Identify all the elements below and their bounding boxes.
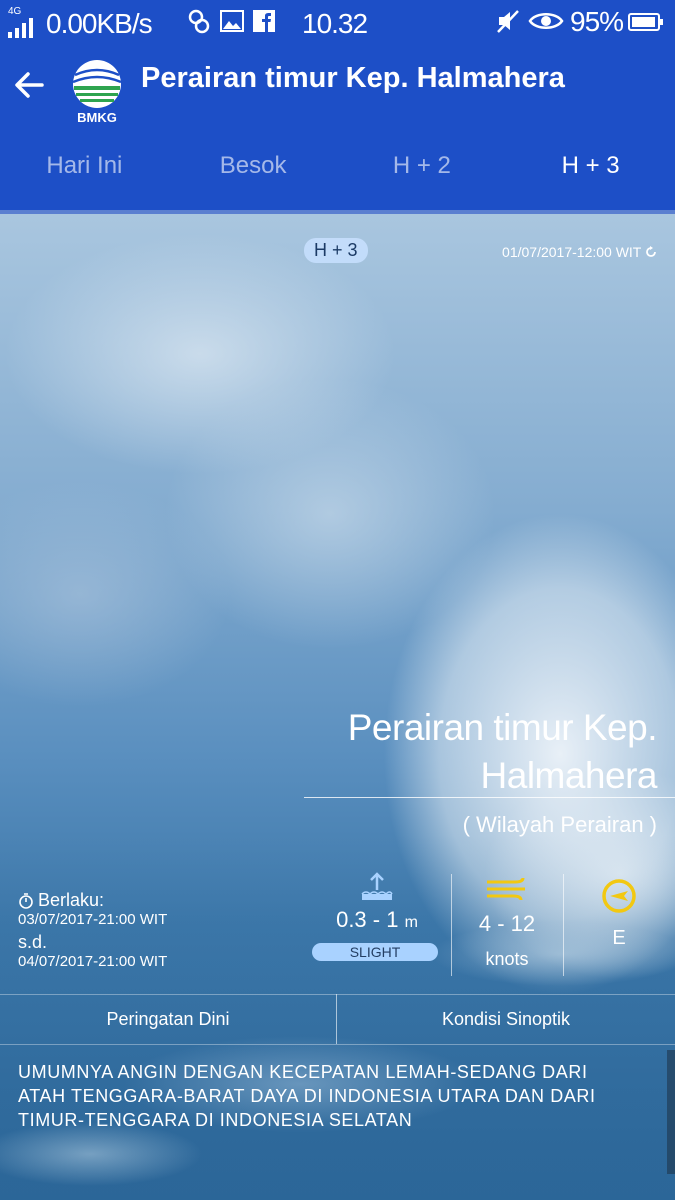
page-title: Perairan timur Kep. Halmahera xyxy=(141,62,565,94)
social-app-icon xyxy=(188,9,210,34)
gallery-icon xyxy=(220,10,244,32)
tab-kondisi-sinoptik[interactable]: Kondisi Sinoptik xyxy=(337,994,675,1044)
valid-from: 03/07/2017-21:00 WIT xyxy=(18,911,168,928)
region-divider xyxy=(304,797,675,798)
wind-direction-value: E xyxy=(612,927,626,949)
section-divider xyxy=(0,1044,675,1045)
refresh-icon[interactable] xyxy=(645,246,657,258)
wind-speed-value: 4 - 12 xyxy=(478,911,536,936)
tab-h-plus-3[interactable]: H + 3 xyxy=(506,140,675,215)
scrollbar[interactable] xyxy=(667,1050,675,1174)
wind-speed-unit: knots xyxy=(485,949,529,969)
wave-height-unit: m xyxy=(404,914,418,931)
battery-level xyxy=(632,17,655,27)
battery-percent: 95% xyxy=(570,6,624,37)
validity-block: Berlaku: 03/07/2017-21:00 WIT s.d. 04/07… xyxy=(18,890,167,970)
battery-icon xyxy=(628,13,663,31)
metric-divider xyxy=(563,874,564,976)
tab-h-plus-2[interactable]: H + 2 xyxy=(338,140,507,214)
validity-label-text: Berlaku: xyxy=(38,890,105,910)
validity-label: Berlaku: xyxy=(18,890,167,911)
eye-icon xyxy=(528,13,564,29)
wave-height-icon xyxy=(361,872,393,900)
back-arrow-icon[interactable] xyxy=(12,68,46,102)
wave-height: 0.3 - 1 m SLIGHT xyxy=(312,872,442,961)
warning-text: UMUMNYA ANGIN DENGAN KECEPATAN LEMAH-SED… xyxy=(18,1062,596,1130)
wind-icon xyxy=(487,877,525,901)
mute-icon xyxy=(497,10,519,33)
region-type: ( Wilayah Perairan ) xyxy=(462,812,657,837)
valid-to: 04/07/2017-21:00 WIT xyxy=(18,953,168,970)
tab-peringatan-dini[interactable]: Peringatan Dini xyxy=(0,994,336,1044)
forecast-panel: H + 3 01/07/2017-12:00 WIT Perairan timu… xyxy=(0,214,675,1200)
valid-sd: s.d. xyxy=(18,932,48,952)
day-badge: H + 3 xyxy=(304,238,368,263)
data-speed: 0.00KB/s xyxy=(46,8,153,39)
network-type: 4G xyxy=(8,6,22,17)
wind-speed: 4 - 12 knots xyxy=(460,876,554,970)
issued-time[interactable]: 01/07/2017-12:00 WIT xyxy=(502,244,657,260)
wind-direction: E xyxy=(586,878,652,950)
clock-time: 10.32 xyxy=(302,8,368,39)
wave-height-number: 0.3 - 1 xyxy=(336,907,399,932)
day-tabs: Hari Ini Besok H + 2 H + 3 xyxy=(0,140,675,215)
clock-icon xyxy=(19,892,33,909)
bmkg-logo: BMKG xyxy=(72,60,122,125)
region-name: Perairan timur Kep. Halmahera xyxy=(347,707,658,796)
wave-height-value: 0.3 - 1 m xyxy=(312,907,442,933)
issued-time-text: 01/07/2017-12:00 WIT xyxy=(502,244,642,260)
wave-category-badge: SLIGHT xyxy=(312,943,438,961)
metric-divider xyxy=(451,874,452,976)
status-bar: 4G 0.00KB/s 10.32 95% xyxy=(0,0,675,46)
tab-besok[interactable]: Besok xyxy=(169,140,338,214)
signal-icon xyxy=(8,18,33,38)
facebook-icon xyxy=(253,10,275,32)
bmkg-logo-text: BMKG xyxy=(77,110,117,125)
direction-icon xyxy=(602,879,636,913)
app-bar: BMKG Perairan timur Kep. Halmahera xyxy=(0,46,675,140)
tab-hari-ini[interactable]: Hari Ini xyxy=(0,140,169,214)
